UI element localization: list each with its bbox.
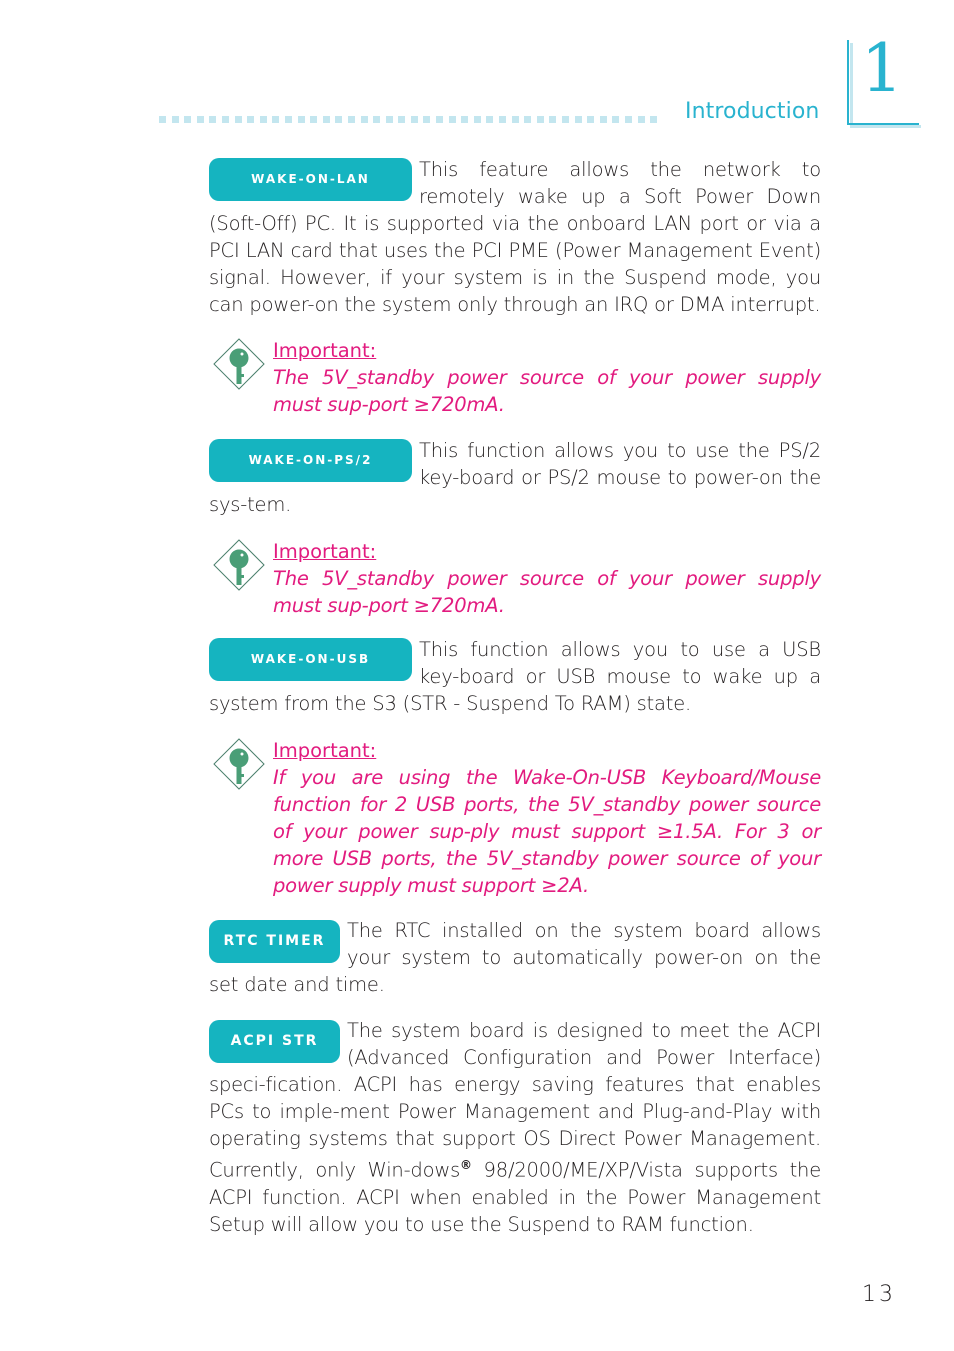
badge-rtc-timer: RTC Timer [209, 920, 340, 963]
section-rtc-timer: RTC Timer The RTC installed on the syste… [209, 917, 821, 998]
section-wake-on-usb: Wake-On-USB This function allows you to … [209, 636, 821, 717]
header-dotted-rule [159, 116, 658, 123]
section-acpi-str: ACPI STR The system board is designed to… [209, 1017, 821, 1238]
important-note: Important: The 5V_standby power source o… [212, 337, 821, 418]
registered-mark: ® [460, 1158, 472, 1172]
badge-wake-on-ps2: Wake-On-PS/2 [209, 439, 412, 482]
section-wake-on-lan: Wake-On-LAN This feature allows the netw… [209, 156, 821, 318]
badge-wake-on-usb: Wake-On-USB [209, 638, 412, 681]
note-title: Important: [273, 540, 377, 563]
note-title: Important: [273, 739, 377, 762]
important-note: Important: The 5V_standby power source o… [212, 538, 821, 619]
badge-acpi-str: ACPI STR [209, 1020, 340, 1063]
key-icon [213, 539, 265, 591]
chapter-number: 1 [861, 30, 903, 107]
page-number: 13 [862, 1282, 896, 1307]
note-text: The 5V_standby power source of your powe… [273, 366, 821, 416]
important-note: Important: If you are using the Wake-On-… [212, 737, 821, 899]
badge-wake-on-lan: Wake-On-LAN [209, 158, 412, 201]
key-icon [213, 738, 265, 790]
note-text: If you are using the Wake-On-USB Keyboar… [273, 766, 821, 897]
note-title: Important: [273, 339, 377, 362]
key-icon [213, 338, 265, 390]
chapter-number-box: 1 [847, 36, 921, 128]
note-text: The 5V_standby power source of your powe… [273, 567, 821, 617]
section-wake-on-ps2: Wake-On-PS/2 This function allows you to… [209, 437, 821, 518]
chapter-title: Introduction [685, 99, 820, 124]
